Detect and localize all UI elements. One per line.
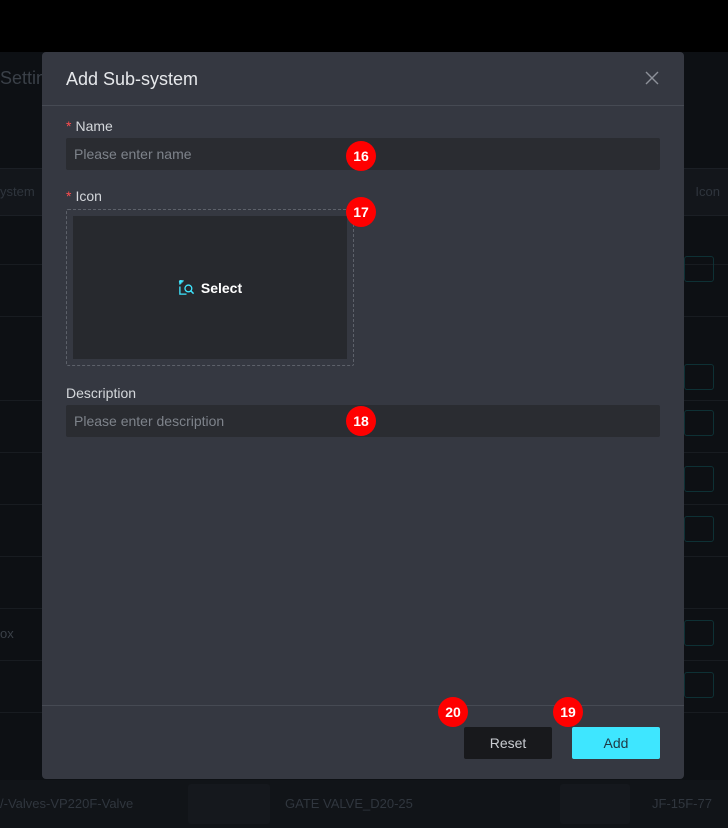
annotation-badge-add: 19 [553,697,583,727]
icon-label: * Icon [66,188,102,204]
select-label: Select [200,279,243,296]
required-mark: * [66,188,72,204]
name-label: * Name [66,118,113,134]
reset-button[interactable]: Reset [464,727,552,759]
icon-select-button[interactable]: Select [73,216,347,359]
annotation-badge-icon: 17 [346,197,376,227]
background-device-icon [684,516,714,542]
background-device-icon [684,256,714,282]
close-icon[interactable] [642,68,662,88]
background-footer-item: JF-15F-77 [652,796,712,811]
background-column-right: Icon [695,184,720,199]
background-device-icon [684,466,714,492]
background-device-icon [684,364,714,390]
background-thumbnail [188,784,270,824]
background-footer-item: GATE VALVE_D20-25 [285,796,413,811]
add-button[interactable]: Add [572,727,660,759]
required-mark: * [66,118,72,134]
icon-upload-box: Select [66,209,354,366]
background-device-icon [684,672,714,698]
background-column-left: ystem [0,184,35,199]
annotation-badge-reset: 20 [438,697,468,727]
modal-header: Add Sub-system [42,52,684,106]
background-device-icon [684,620,714,646]
annotation-badge-name: 16 [346,141,376,171]
background-row-text: ox [0,626,14,641]
modal-footer-divider [42,705,684,706]
background-thumbnail [560,784,630,824]
annotation-badge-description: 18 [346,406,376,436]
description-label: Description [66,385,137,401]
icon-label-text: Icon [75,188,102,204]
background-footer-item: /-Valves-VP220F-Valve [0,796,134,811]
name-label-text: Name [75,118,113,134]
background-device-icon [684,410,714,436]
modal-title: Add Sub-system [66,69,199,89]
background-page-title: Settin [0,68,47,88]
image-search-icon [178,279,194,295]
